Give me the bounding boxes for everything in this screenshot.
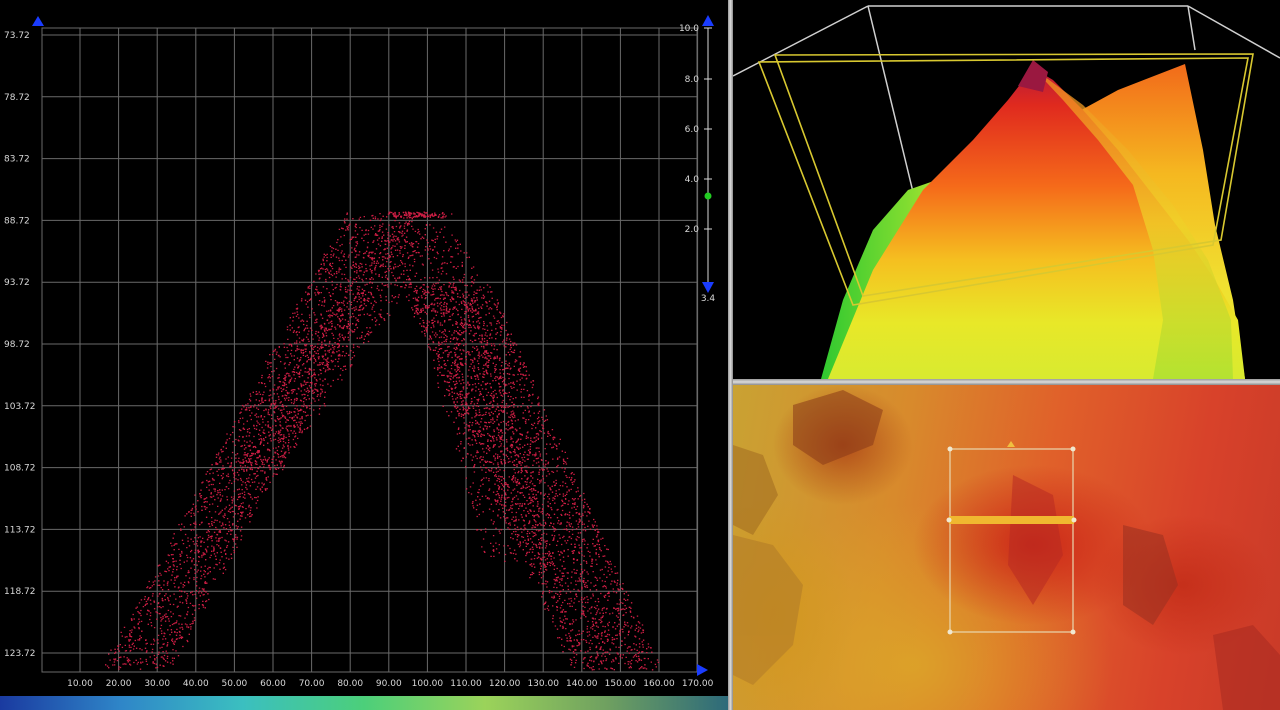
x-tick-label: 150.00: [605, 679, 637, 689]
direction-marker-icon[interactable]: [1007, 441, 1015, 447]
y-tick-label: 73.72: [4, 31, 30, 41]
x-tick-label: 50.00: [222, 679, 248, 689]
plot-frame: [41, 27, 698, 673]
selection-handle-top-right[interactable]: [1070, 446, 1076, 452]
depth-value-label: 3.4: [701, 294, 716, 304]
y-axis-scroll-up-arrow-icon[interactable]: [32, 16, 44, 26]
depth-tick-label: 4.0: [685, 175, 700, 185]
y-tick-label: 118.72: [4, 587, 36, 597]
y-tick-label: 83.72: [4, 155, 30, 165]
3d-terrain-render: [733, 5, 1280, 379]
y-tick-label: 108.72: [4, 464, 36, 474]
x-tick-label: 10.00: [67, 679, 93, 689]
x-tick-label: 80.00: [337, 679, 363, 689]
y-tick-label: 103.72: [4, 402, 36, 412]
y-tick-label: 113.72: [4, 525, 36, 535]
profile-view-panel[interactable]: 73.72 78.72 83.72 88.72 93.72 98.72 103.72 108.…: [0, 0, 728, 696]
x-tick-label: 120.00: [489, 679, 521, 689]
profile-line-handle-left[interactable]: [946, 517, 952, 523]
depth-tick-label: 6.0: [685, 125, 700, 135]
x-axis-ticks: 10.00 20.00 30.00 40.00 50.00 60.00 70.00 80.00…: [67, 679, 713, 689]
x-tick-label: 170.00: [682, 679, 714, 689]
x-tick-label: 130.00: [527, 679, 559, 689]
x-tick-label: 90.00: [376, 679, 402, 689]
3d-view-panel[interactable]: [733, 0, 1280, 379]
profile-line-marker[interactable]: [949, 516, 1074, 524]
depth-scale-down-arrow-icon[interactable]: [702, 282, 714, 293]
terrain-shading: [733, 390, 1280, 710]
point-cloud: [105, 211, 660, 671]
profile-line-handle-right[interactable]: [1071, 517, 1077, 523]
x-tick-label: 70.00: [299, 679, 325, 689]
y-axis-ticks: 73.72 78.72 83.72 88.72 93.72 98.72 103.72 108.…: [4, 31, 36, 659]
x-tick-label: 110.00: [450, 679, 482, 689]
selection-handle-bottom-left[interactable]: [947, 629, 953, 635]
x-tick-label: 20.00: [106, 679, 132, 689]
x-tick-label: 140.00: [566, 679, 598, 689]
bottom-color-strip: [0, 696, 728, 710]
selection-handle-top-left[interactable]: [947, 446, 953, 452]
point-cloud-dots: [105, 211, 660, 671]
y-tick-label: 88.72: [4, 216, 30, 226]
y-tick-label: 78.72: [4, 93, 30, 103]
x-tick-label: 30.00: [144, 679, 170, 689]
selection-handle-bottom-right[interactable]: [1070, 629, 1076, 635]
x-tick-label: 40.00: [183, 679, 209, 689]
x-tick-label: 100.00: [412, 679, 444, 689]
depth-tick-label: 2.0: [685, 225, 700, 235]
plan-view-map[interactable]: [733, 385, 1280, 710]
depth-tick-label: 10.0: [679, 24, 699, 34]
y-tick-label: 98.72: [4, 340, 30, 350]
depth-scale-up-arrow-icon[interactable]: [702, 15, 714, 26]
x-axis-scroll-right-arrow-icon[interactable]: [697, 664, 708, 676]
profile-plot[interactable]: 73.72 78.72 83.72 88.72 93.72 98.72 103.72 108.…: [0, 0, 728, 696]
y-tick-label: 93.72: [4, 278, 30, 288]
depth-scale-ticks: 10.0 8.0 6.0 4.0 2.0: [679, 24, 712, 235]
x-tick-label: 60.00: [260, 679, 286, 689]
depth-tick-label: 8.0: [685, 75, 700, 85]
3d-terrain-surface: [821, 60, 1245, 379]
profile-grid: [41, 27, 699, 673]
x-tick-label: 160.00: [643, 679, 675, 689]
y-tick-label: 123.72: [4, 649, 36, 659]
map-overlay[interactable]: [733, 385, 1280, 710]
depth-marker[interactable]: [704, 192, 712, 200]
